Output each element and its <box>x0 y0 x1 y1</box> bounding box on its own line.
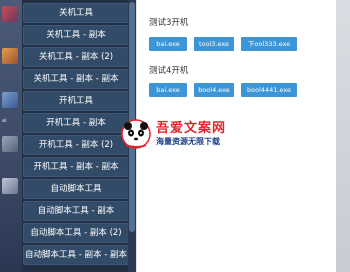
desktop-app-icon[interactable] <box>2 178 18 194</box>
tool-button[interactable]: 关机工具 - 副本 - 副本 <box>23 69 129 89</box>
tool-button[interactable]: 自动脚本工具 - 副本 - 副本 <box>23 245 129 265</box>
exe-button[interactable]: 下ool333.exe <box>241 37 297 51</box>
tool-button[interactable]: 开机工具 <box>23 91 129 111</box>
desktop-app-icon[interactable] <box>2 92 18 108</box>
watermark: 吾爱文案网 海量资源无限下载 <box>120 112 280 154</box>
tool-button[interactable]: 开机工具 - 副本 (2) <box>23 135 129 155</box>
section-title: 测试4开机 <box>149 66 189 76</box>
tool-button[interactable]: 自动脚本工具 <box>23 179 129 199</box>
desktop-app-icon[interactable] <box>2 6 18 22</box>
tool-button[interactable]: 关机工具 <box>23 3 129 23</box>
tool-button[interactable]: 自动脚本工具 - 副本 <box>23 201 129 221</box>
tool-button[interactable]: 开机工具 - 副本 <box>23 113 129 133</box>
tool-button[interactable]: 关机工具 - 副本 <box>23 25 129 45</box>
exe-button[interactable]: bai.exe <box>149 37 187 51</box>
watermark-title: 吾爱文案网 <box>156 121 227 136</box>
desktop-icon-column: ai <box>0 0 22 272</box>
tool-button[interactable]: 开机工具 - 副本 - 副本 <box>23 157 129 177</box>
section-title: 测试3开机 <box>149 18 189 28</box>
tool-button[interactable]: 关机工具 - 副本 (2) <box>23 47 129 67</box>
window-edge <box>336 0 350 272</box>
panda-logo-icon <box>121 119 151 149</box>
watermark-subtitle: 海量资源无限下载 <box>156 137 220 146</box>
exe-button[interactable]: bai.exe <box>149 83 187 97</box>
exe-button[interactable]: tool3.exe <box>194 37 234 51</box>
tool-button[interactable]: 自动脚本工具 - 副本 (2) <box>23 223 129 243</box>
desktop-icon-label: ai <box>2 118 7 124</box>
exe-button[interactable]: bool4.exe <box>194 83 234 97</box>
desktop-app-icon[interactable] <box>2 48 18 64</box>
exe-button[interactable]: bool4441.exe <box>241 83 297 97</box>
desktop-app-icon[interactable] <box>2 136 18 152</box>
tool-button-list: 关机工具 关机工具 - 副本 关机工具 - 副本 (2) 关机工具 - 副本 -… <box>22 0 136 272</box>
